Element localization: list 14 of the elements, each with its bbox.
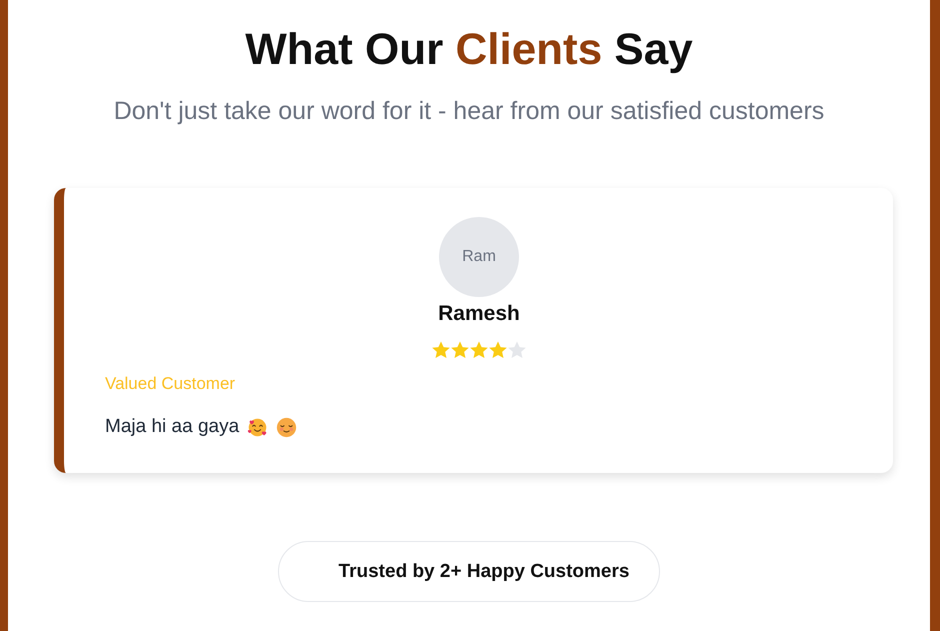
relieved-face-icon [276,416,298,438]
avatar-initials: Ram [462,247,496,267]
star-icon [508,341,526,359]
testimonial-text: Maja hi aa gaya [105,415,240,439]
section-subtitle: Don't just take our word for it - hear from our satisfied customers [114,96,824,127]
customer-name: Ramesh [438,301,520,327]
trust-badge: Trusted by 2+ Happy Customers [278,541,660,602]
smiling-face-with-hearts-icon [247,416,268,438]
section-title: What Our Clients Say [245,24,693,76]
star-icon [451,341,469,359]
star-icon [470,341,488,359]
star-icon [432,341,450,359]
customer-role: Valued Customer [105,373,236,395]
star-icon [489,341,507,359]
